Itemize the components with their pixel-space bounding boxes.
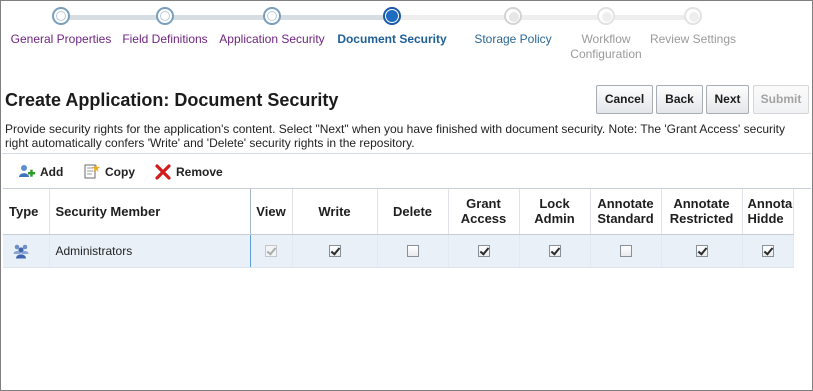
instructions-text: Provide security rights for the applicat…: [5, 122, 785, 150]
security-member-cell: Administrators: [49, 234, 251, 268]
cancel-button[interactable]: Cancel: [596, 85, 653, 114]
train-track-done: [61, 15, 392, 20]
column-header-annotate-hidden[interactable]: Annota Hidde: [742, 189, 794, 235]
write-cell: [292, 234, 378, 268]
grant-access-cell: [448, 234, 520, 268]
step-visited-icon: [52, 7, 70, 25]
add-button[interactable]: Add: [18, 162, 66, 182]
annotate-hidden-cell: [742, 234, 794, 268]
step-visited-icon: [263, 7, 281, 25]
step-visited-icon: [156, 7, 174, 25]
application-window: General Properties Field Definitions App…: [0, 0, 813, 391]
remove-x-icon: [154, 163, 172, 181]
toolbar-divider: [2, 153, 811, 154]
copy-label: Copy: [105, 165, 135, 179]
group-users-icon: [13, 243, 29, 259]
step-label: Review Settings: [649, 32, 737, 46]
add-label: Add: [40, 165, 64, 179]
write-checkbox[interactable]: [328, 245, 341, 258]
grant-access-checkbox[interactable]: [477, 245, 490, 258]
column-header-annotate-standard[interactable]: Annotate Standard: [590, 189, 662, 235]
table-header-row: Type Security Member View Write Delete G…: [3, 189, 794, 235]
type-cell: [3, 234, 50, 268]
annotate-restricted-cell: [661, 234, 743, 268]
annotate-hidden-checkbox[interactable]: [761, 245, 774, 258]
step-future-icon: [597, 7, 615, 25]
train-track-todo: [392, 15, 693, 20]
lock-admin-cell: [519, 234, 591, 268]
remove-button[interactable]: Remove: [154, 162, 226, 182]
annotate-standard-cell: [590, 234, 662, 268]
back-button[interactable]: Back: [656, 85, 703, 114]
step-label: Document Security: [337, 32, 447, 46]
column-header-view[interactable]: View: [250, 189, 293, 235]
next-button[interactable]: Next: [706, 85, 749, 114]
column-header-lock-admin[interactable]: Lock Admin: [519, 189, 591, 235]
lock-admin-checkbox[interactable]: [548, 245, 561, 258]
column-header-annotate-restricted[interactable]: Annotate Restricted: [661, 189, 743, 235]
step-next-icon: [504, 7, 522, 25]
submit-button: Submit: [753, 85, 809, 114]
copy-icon: [83, 163, 101, 181]
annotate-standard-checkbox[interactable]: [619, 245, 632, 258]
wizard-train: General Properties Field Definitions App…: [1, 1, 812, 65]
annotate-restricted-checkbox[interactable]: [695, 245, 708, 258]
column-header-write[interactable]: Write: [292, 189, 378, 235]
table-row[interactable]: Administrators: [3, 234, 794, 268]
add-member-icon: [18, 163, 36, 181]
wizard-button-bar: Cancel Back Next Submit: [1, 85, 812, 115]
view-cell: [250, 234, 293, 268]
column-header-type[interactable]: Type: [3, 189, 50, 235]
copy-button[interactable]: Copy: [83, 162, 139, 182]
column-header-security-member[interactable]: Security Member: [49, 189, 251, 235]
step-label: Application Security: [219, 32, 325, 46]
step-future-icon: [684, 7, 702, 25]
column-header-grant-access[interactable]: Grant Access: [448, 189, 520, 235]
delete-cell: [377, 234, 449, 268]
delete-checkbox[interactable]: [406, 245, 419, 258]
column-header-delete[interactable]: Delete: [377, 189, 449, 235]
security-table: Type Security Member View Write Delete G…: [3, 188, 811, 390]
security-grid: Type Security Member View Write Delete G…: [3, 189, 794, 268]
table-toolbar: Add Copy Remove: [1, 160, 812, 184]
remove-label: Remove: [176, 165, 223, 179]
step-current-icon: [383, 7, 401, 25]
view-checkbox: [265, 245, 277, 258]
